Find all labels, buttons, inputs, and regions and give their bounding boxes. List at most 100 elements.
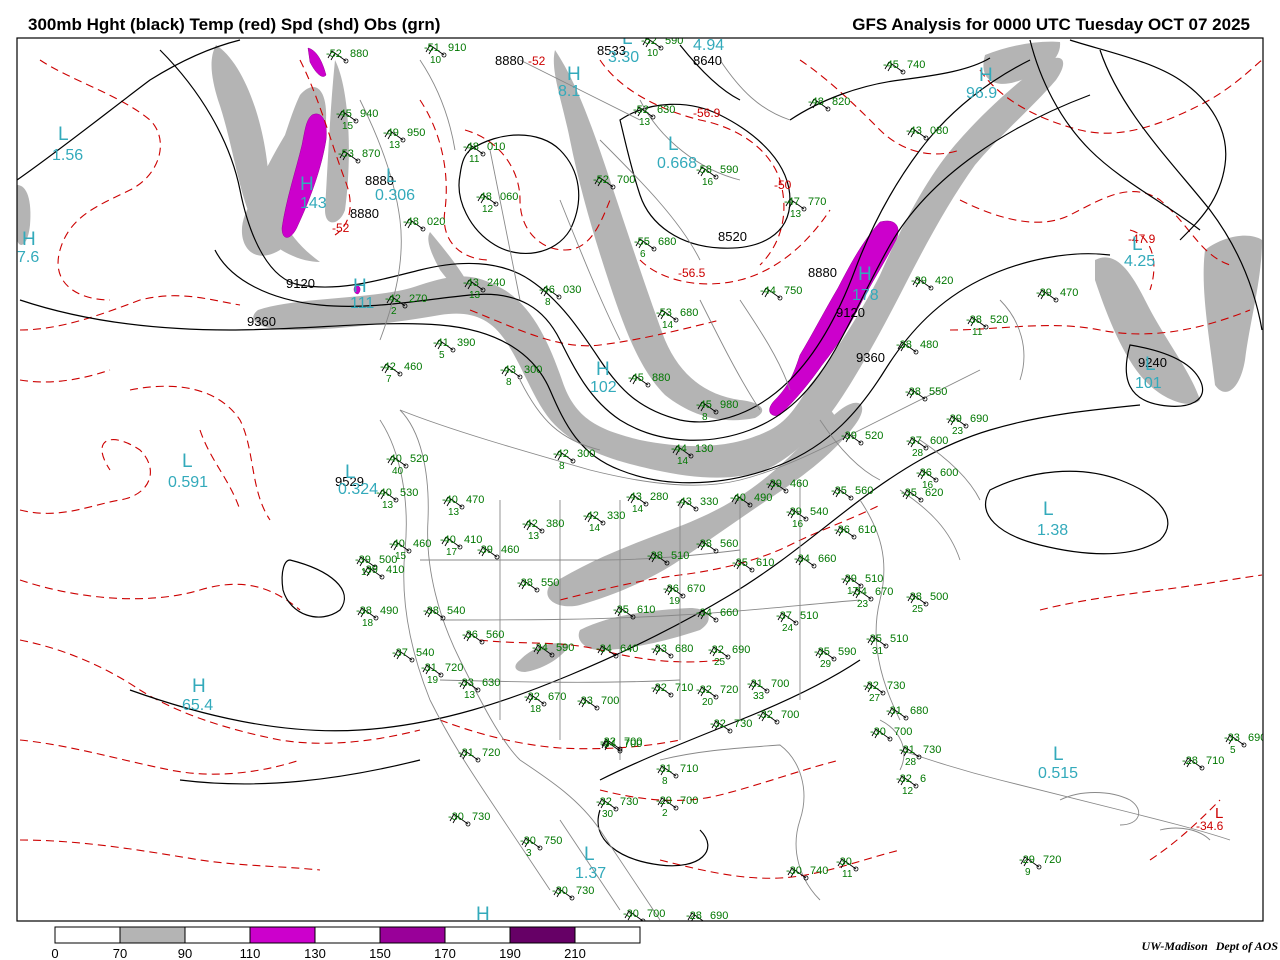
obs-depression: 17 [446, 547, 458, 558]
extremum-value: 102 [590, 379, 617, 396]
extremum-value: 0.515 [1038, 765, 1078, 782]
obs-depression: 3 [526, 848, 532, 859]
station-plot: -32 6 12 [896, 773, 926, 797]
obs-height: 700 [771, 678, 789, 690]
colorbar-tick-label: 70 [113, 946, 127, 960]
obs-height: 330 [607, 510, 625, 522]
obs-depression: 18 [530, 704, 542, 715]
obs-height: 460 [790, 478, 808, 490]
extremum-letter: L [1215, 805, 1223, 822]
extremum-letter: H [476, 904, 490, 925]
obs-temperature: -45 [628, 372, 644, 384]
obs-height: 020 [427, 216, 445, 228]
obs-height: 880 [350, 48, 368, 60]
height-label: 9120 [836, 305, 865, 320]
extremum-letter: L [1043, 499, 1054, 520]
obs-temperature: -45 [883, 59, 899, 71]
obs-depression: 13 [790, 209, 802, 220]
extremum-letter: H [567, 64, 581, 85]
obs-height: 700 [601, 695, 619, 707]
obs-height: 460 [404, 361, 422, 373]
obs-height: 420 [935, 275, 953, 287]
obs-height: 380 [546, 518, 564, 530]
obs-temperature: -52 [641, 35, 657, 47]
extremum-value: 143 [300, 195, 327, 212]
temp-label: -56.5 [678, 266, 706, 280]
obs-temperature: -30 [552, 885, 568, 897]
station-plot: -42 330 14 [583, 510, 625, 534]
obs-depression: 19 [427, 675, 439, 686]
colorbar-segment [509, 926, 576, 944]
obs-temperature: -53 [338, 148, 354, 160]
extremum-letter: H [858, 264, 872, 285]
obs-temperature: -41 [433, 337, 449, 349]
station-plot: -35 510 31 [866, 633, 908, 657]
obs-temperature: -32 [708, 644, 724, 656]
extremum-value: 8.1 [558, 83, 580, 100]
station-plot: -36 670 19 [663, 583, 705, 607]
obs-height: 750 [544, 835, 562, 847]
extremum-letter: L [1132, 234, 1143, 255]
obs-temperature: -33 [577, 695, 593, 707]
obs-temperature: -40 [386, 453, 402, 465]
obs-depression: 13 [448, 507, 460, 518]
extremum-letter: H [353, 276, 367, 297]
station-plot: -38 540 [423, 605, 465, 621]
obs-height: 660 [720, 607, 738, 619]
obs-temperature: -31 [421, 662, 437, 674]
station-plot: -42 380 13 [522, 518, 564, 542]
obs-height: 610 [637, 604, 655, 616]
obs-temperature: -32 [863, 680, 879, 692]
obs-temperature: -39 [362, 564, 378, 576]
obs-depression: 14 [632, 504, 644, 515]
obs-height: 670 [548, 691, 566, 703]
obs-height: 530 [400, 487, 418, 499]
height-label: 8880 [350, 206, 379, 221]
obs-depression: 23 [952, 426, 964, 437]
obs-temperature: -31 [886, 705, 902, 717]
obs-depression: 16 [702, 177, 714, 188]
obs-height: 010 [487, 141, 505, 153]
station-plot: -52 630 13 [633, 104, 675, 128]
obs-depression: 8 [662, 776, 668, 787]
obs-depression: 12 [482, 204, 494, 215]
obs-height: 460 [501, 544, 519, 556]
obs-depression: 28 [905, 757, 917, 768]
obs-height: 730 [734, 718, 752, 730]
station-plot: -36 610 [834, 524, 876, 540]
extremum-letter: L [1145, 354, 1156, 375]
obs-depression: 18 [362, 618, 374, 629]
extremum-letter: H [22, 229, 36, 250]
obs-depression: 27 [869, 693, 881, 704]
temperature-contours [19, 59, 1263, 879]
station-plot: -39 520 [841, 430, 883, 446]
station-plot: -48 820 [808, 96, 850, 112]
station-plot: -34 670 23 [851, 586, 893, 610]
obs-temperature: -42 [522, 518, 538, 530]
obs-depression: 13 [528, 531, 540, 542]
obs-temperature: -33 [458, 677, 474, 689]
extremum-value: 96.9 [966, 85, 997, 102]
station-plot: -51 910 10 [424, 42, 466, 66]
obs-temperature: -31 [656, 763, 672, 775]
station-plot: -37 600 28 [906, 435, 948, 459]
obs-temperature: -51 [424, 42, 440, 54]
extremum-value: 0.324 [338, 481, 378, 498]
obs-temperature: -40 [442, 494, 458, 506]
obs-height: 730 [472, 811, 490, 823]
extremum-value: 7.6 [17, 249, 39, 266]
obs-height: 950 [407, 127, 425, 139]
obs-temperature: -40 [440, 534, 456, 546]
station-plot: -40 41017 [440, 534, 482, 558]
obs-height: 550 [929, 386, 947, 398]
obs-height: 910 [448, 42, 466, 54]
station-plot: -30 730 [448, 811, 490, 827]
obs-depression: 6 [640, 249, 646, 260]
station-plot: -32 730 30 [596, 796, 638, 820]
extremum-letter: H [300, 174, 314, 195]
obs-temperature: -48 [463, 141, 479, 153]
extremum-letter: L [386, 166, 397, 187]
obs-height: 410 [386, 564, 404, 576]
obs-temperature: -36 [663, 583, 679, 595]
height-label: 8520 [718, 229, 747, 244]
